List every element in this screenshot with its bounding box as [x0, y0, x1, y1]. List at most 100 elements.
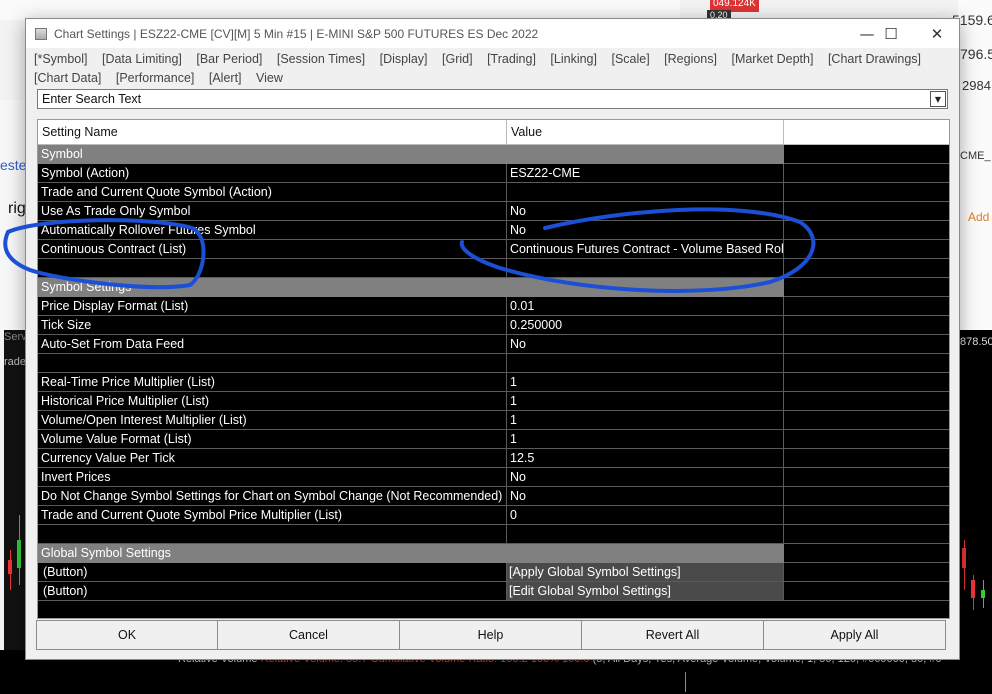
- setting-extra-cell: [784, 525, 949, 544]
- setting-value[interactable]: 0.250000: [507, 316, 784, 335]
- section-title: Symbol Settings: [38, 278, 784, 297]
- help-button[interactable]: Help: [400, 620, 582, 650]
- setting-value[interactable]: No: [507, 221, 784, 240]
- setting-value[interactable]: Continuous Futures Contract - Volume Bas…: [507, 240, 784, 259]
- candle: [962, 548, 966, 568]
- setting-extra-cell: [784, 487, 949, 506]
- setting-name: Volume/Open Interest Multiplier (List): [38, 411, 507, 430]
- setting-row[interactable]: Real-Time Price Multiplier (List) 1: [38, 373, 949, 392]
- background-left-label: rade: [4, 356, 26, 368]
- chevron-down-icon[interactable]: ▼: [930, 91, 946, 107]
- setting-row[interactable]: Volume Value Format (List) 1: [38, 430, 949, 449]
- setting-value[interactable]: [507, 183, 784, 202]
- setting-extra-cell: [784, 430, 949, 449]
- setting-value[interactable]: No: [507, 202, 784, 221]
- setting-extra-cell: [784, 411, 949, 430]
- setting-name: Real-Time Price Multiplier (List): [38, 373, 507, 392]
- setting-value[interactable]: 12.5: [507, 449, 784, 468]
- setting-value[interactable]: ESZ22-CME: [507, 164, 784, 183]
- setting-row[interactable]: Tick Size 0.250000: [38, 316, 949, 335]
- menu-session-times[interactable]: [Session Times]: [277, 50, 365, 69]
- cancel-button[interactable]: Cancel: [218, 620, 400, 650]
- setting-name: Symbol (Action): [38, 164, 507, 183]
- setting-value[interactable]: 1: [507, 411, 784, 430]
- ok-button[interactable]: OK: [36, 620, 218, 650]
- column-header-value[interactable]: Value: [507, 120, 784, 144]
- setting-row[interactable]: Do Not Change Symbol Settings for Chart …: [38, 487, 949, 506]
- section-title: Symbol: [38, 145, 784, 164]
- close-button[interactable]: ✕: [914, 19, 960, 48]
- menu-bar-period[interactable]: [Bar Period]: [196, 50, 262, 69]
- menu-trading[interactable]: [Trading]: [487, 50, 536, 69]
- setting-row[interactable]: Volume/Open Interest Multiplier (List) 1: [38, 411, 949, 430]
- setting-row[interactable]: Use As Trade Only Symbol No: [38, 202, 949, 221]
- setting-name: Price Display Format (List): [38, 297, 507, 316]
- menu-symbol[interactable]: [*Symbol]: [34, 50, 88, 69]
- button-row[interactable]: (Button) [Apply Global Symbol Settings]: [38, 563, 949, 582]
- setting-row[interactable]: Price Display Format (List) 0.01: [38, 297, 949, 316]
- menu-view[interactable]: View: [256, 69, 283, 88]
- setting-value[interactable]: 1: [507, 373, 784, 392]
- setting-row[interactable]: Currency Value Per Tick 12.5: [38, 449, 949, 468]
- background-right-chart: [958, 330, 992, 694]
- setting-value: [507, 525, 784, 544]
- setting-extra-cell: [784, 354, 949, 373]
- menu-performance[interactable]: [Performance]: [116, 69, 195, 88]
- setting-extra-cell: [784, 373, 949, 392]
- setting-value[interactable]: 0: [507, 506, 784, 525]
- chart-settings-dialog: Chart Settings | ESZ22-CME [CV][M] 5 Min…: [25, 18, 960, 660]
- setting-value[interactable]: No: [507, 335, 784, 354]
- menu-linking[interactable]: [Linking]: [550, 50, 597, 69]
- setting-row[interactable]: Invert Prices No: [38, 468, 949, 487]
- setting-action-button[interactable]: [Edit Global Symbol Settings]: [507, 582, 784, 601]
- setting-extra-cell: [784, 449, 949, 468]
- grid-header: Setting Name Value: [38, 120, 949, 145]
- setting-value[interactable]: No: [507, 487, 784, 506]
- setting-row[interactable]: Continuous Contract (List) Continuous Fut…: [38, 240, 949, 259]
- background-price-label: 2984: [962, 78, 991, 93]
- setting-extra-cell: [784, 221, 949, 240]
- menu-chart-data[interactable]: [Chart Data]: [34, 69, 101, 88]
- setting-name: Do Not Change Symbol Settings for Chart …: [38, 487, 507, 506]
- setting-action-button[interactable]: [Apply Global Symbol Settings]: [507, 563, 784, 582]
- menu-regions[interactable]: [Regions]: [664, 50, 717, 69]
- setting-row[interactable]: Symbol (Action) ESZ22-CME: [38, 164, 949, 183]
- blank-row: [38, 259, 949, 278]
- section-header-row: Symbol: [38, 145, 949, 164]
- setting-name: Trade and Current Quote Symbol (Action): [38, 183, 507, 202]
- setting-row[interactable]: Historical Price Multiplier (List) 1: [38, 392, 949, 411]
- section-header-row: Symbol Settings: [38, 278, 949, 297]
- button-row[interactable]: (Button) [Edit Global Symbol Settings]: [38, 582, 949, 601]
- revert-all-button[interactable]: Revert All: [582, 620, 764, 650]
- title-bar[interactable]: Chart Settings | ESZ22-CME [CV][M] 5 Min…: [26, 19, 959, 48]
- setting-row[interactable]: Trade and Current Quote Symbol Price Mul…: [38, 506, 949, 525]
- menu-data-limiting[interactable]: [Data Limiting]: [102, 50, 182, 69]
- background-right-price: 878.50: [960, 336, 992, 348]
- menu-display[interactable]: [Display]: [380, 50, 428, 69]
- setting-extra-cell: [784, 335, 949, 354]
- menu-market-depth[interactable]: [Market Depth]: [731, 50, 813, 69]
- menu-alert[interactable]: [Alert]: [209, 69, 242, 88]
- setting-value[interactable]: 1: [507, 392, 784, 411]
- setting-value[interactable]: 0.01: [507, 297, 784, 316]
- setting-value[interactable]: No: [507, 468, 784, 487]
- setting-name: Continuous Contract (List): [38, 240, 507, 259]
- column-header-setting-name[interactable]: Setting Name: [38, 120, 507, 144]
- candle: [981, 590, 985, 598]
- search-box: ▼: [37, 89, 948, 109]
- setting-row[interactable]: Trade and Current Quote Symbol (Action): [38, 183, 949, 202]
- apply-all-button[interactable]: Apply All: [764, 620, 946, 650]
- setting-name: Volume Value Format (List): [38, 430, 507, 449]
- search-input[interactable]: [38, 90, 928, 108]
- menu-grid[interactable]: [Grid]: [442, 50, 473, 69]
- setting-value[interactable]: 1: [507, 430, 784, 449]
- setting-name: Invert Prices: [38, 468, 507, 487]
- setting-name: Trade and Current Quote Symbol Price Mul…: [38, 506, 507, 525]
- menu-scale[interactable]: [Scale]: [611, 50, 649, 69]
- setting-extra-cell: [784, 544, 949, 563]
- maximize-button[interactable]: ☐: [868, 19, 914, 48]
- setting-row[interactable]: Auto-Set From Data Feed No: [38, 335, 949, 354]
- setting-name: Historical Price Multiplier (List): [38, 392, 507, 411]
- menu-chart-drawings[interactable]: [Chart Drawings]: [828, 50, 921, 69]
- setting-row[interactable]: Automatically Rollover Futures Symbol No: [38, 221, 949, 240]
